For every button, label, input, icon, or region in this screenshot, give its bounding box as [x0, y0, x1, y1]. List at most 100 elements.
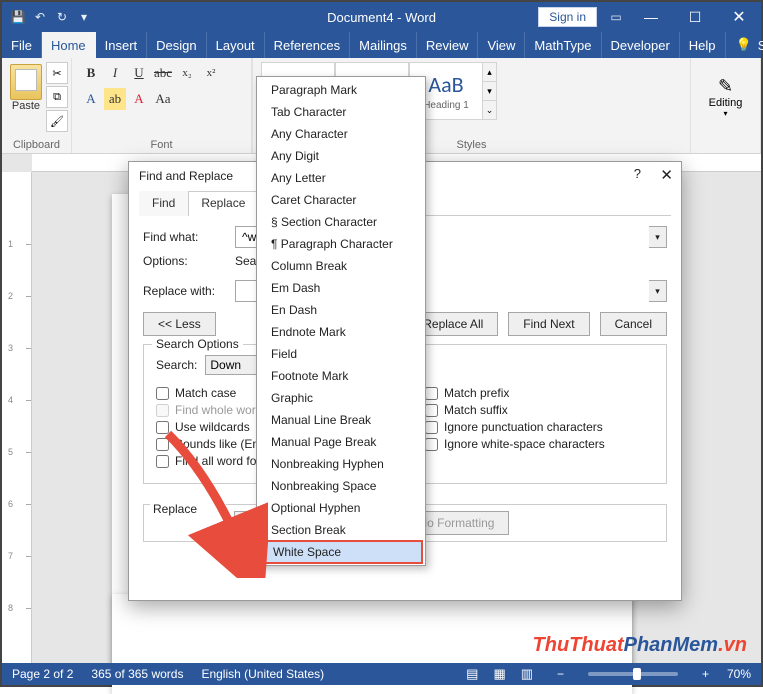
cancel-button[interactable]: Cancel	[600, 312, 667, 336]
tab-design[interactable]: Design	[147, 32, 206, 58]
zoom-in-button[interactable]: +	[702, 667, 709, 681]
titlebar: 💾 ↶ ↻ ▾ Document4 - Word Sign in ▭ — ☐ ✕	[2, 2, 761, 32]
special-menu-item[interactable]: Endnote Mark	[257, 321, 425, 343]
special-menu-item[interactable]: ¶ Paragraph Character	[257, 233, 425, 255]
undo-icon[interactable]: ↶	[32, 9, 48, 25]
dialog-help-icon[interactable]: ?	[634, 166, 641, 181]
find-next-button[interactable]: Find Next	[508, 312, 589, 336]
view-read-icon[interactable]: ▤	[460, 665, 484, 683]
special-menu-item[interactable]: § Section Character	[257, 211, 425, 233]
tab-insert[interactable]: Insert	[96, 32, 148, 58]
special-menu-item[interactable]: Manual Page Break	[257, 431, 425, 453]
status-words[interactable]: 365 of 365 words	[91, 667, 183, 681]
styles-scroll-down[interactable]: ▾	[483, 81, 496, 100]
special-menu-item[interactable]: White Space	[259, 540, 423, 564]
dialog-close-icon[interactable]: ✕	[660, 166, 673, 184]
zoom-out-button[interactable]: −	[557, 667, 564, 681]
special-menu-item[interactable]: Column Break	[257, 255, 425, 277]
dialog-tab-find[interactable]: Find	[139, 191, 188, 216]
group-editing-label	[699, 149, 752, 151]
ribbon-tabs: File Home Insert Design Layout Reference…	[2, 32, 761, 58]
dialog-tab-replace[interactable]: Replace	[188, 191, 258, 216]
ruler-vertical[interactable]: 12345678	[2, 172, 32, 663]
close-button[interactable]: ✕	[717, 2, 761, 32]
underline-button[interactable]: U	[128, 62, 150, 84]
special-menu-item[interactable]: Section Break	[257, 519, 425, 541]
highlight-button[interactable]: ab	[104, 88, 126, 110]
find-what-label: Find what:	[143, 230, 227, 244]
zoom-level[interactable]: 70%	[727, 667, 751, 681]
special-menu-item[interactable]: Any Digit	[257, 145, 425, 167]
special-menu-item[interactable]: En Dash	[257, 299, 425, 321]
less-button[interactable]: << Less	[143, 312, 216, 336]
cut-button[interactable]: ✂	[46, 62, 68, 84]
strike-button[interactable]: abc	[152, 62, 174, 84]
ribbon-display-icon[interactable]: ▭	[603, 2, 629, 32]
tab-developer[interactable]: Developer	[602, 32, 680, 58]
special-menu-item[interactable]: Nonbreaking Space	[257, 475, 425, 497]
maximize-button[interactable]: ☐	[673, 2, 717, 32]
special-menu-item[interactable]: Graphic	[257, 387, 425, 409]
tab-references[interactable]: References	[265, 32, 350, 58]
dialog-title: Find and Replace	[139, 169, 233, 183]
italic-button[interactable]: I	[104, 62, 126, 84]
bold-button[interactable]: B	[80, 62, 102, 84]
find-what-dropdown[interactable]: ▾	[649, 226, 667, 248]
signin-button[interactable]: Sign in	[538, 7, 597, 27]
redo-icon[interactable]: ↻	[54, 9, 70, 25]
font-color-button[interactable]: A	[128, 88, 150, 110]
tab-file[interactable]: File	[2, 32, 42, 58]
qat-more-icon[interactable]: ▾	[76, 9, 92, 25]
replace-with-dropdown[interactable]: ▾	[649, 280, 667, 302]
copy-button[interactable]: ⧉	[46, 86, 68, 108]
group-editing: ✎ Editing ▾	[691, 58, 761, 153]
tab-home[interactable]: Home	[42, 32, 96, 58]
checkbox-option[interactable]: Ignore white-space characters	[425, 437, 654, 451]
superscript-button[interactable]: x²	[200, 62, 222, 84]
editing-button[interactable]: Editing	[709, 97, 743, 109]
special-menu-item[interactable]: Any Character	[257, 123, 425, 145]
replace-section-label: Replace	[150, 502, 226, 516]
status-language[interactable]: English (United States)	[201, 667, 324, 681]
options-label: Options:	[143, 254, 227, 268]
special-menu-item[interactable]: Manual Line Break	[257, 409, 425, 431]
special-menu-item[interactable]: Nonbreaking Hyphen	[257, 453, 425, 475]
special-menu-item[interactable]: Paragraph Mark	[257, 79, 425, 101]
group-clipboard: Paste ✂ ⧉ 🖌 Clipboard	[2, 58, 72, 153]
special-menu-item[interactable]: Footnote Mark	[257, 365, 425, 387]
format-painter-button[interactable]: 🖌	[46, 110, 68, 132]
zoom-slider[interactable]	[588, 672, 678, 676]
tell-me-label[interactable]: Search	[758, 38, 763, 53]
tab-mailings[interactable]: Mailings	[350, 32, 417, 58]
special-menu-item[interactable]: Any Letter	[257, 167, 425, 189]
tab-layout[interactable]: Layout	[207, 32, 265, 58]
group-clipboard-label: Clipboard	[10, 137, 63, 151]
search-icon[interactable]: 💡	[736, 37, 752, 53]
tab-view[interactable]: View	[478, 32, 525, 58]
subscript-button[interactable]: x₂	[176, 62, 198, 84]
text-effects-button[interactable]: A	[80, 88, 102, 110]
tab-mathtype[interactable]: MathType	[525, 32, 601, 58]
save-icon[interactable]: 💾	[10, 9, 26, 25]
special-menu: Paragraph MarkTab CharacterAny Character…	[256, 76, 426, 566]
minimize-button[interactable]: —	[629, 2, 673, 32]
checkbox-option[interactable]: Match suffix	[425, 403, 654, 417]
special-menu-item[interactable]: Field	[257, 343, 425, 365]
special-menu-item[interactable]: Caret Character	[257, 189, 425, 211]
styles-scroll-up[interactable]: ▴	[483, 63, 496, 81]
group-font-label: Font	[80, 137, 243, 151]
paste-button[interactable]: Paste	[10, 62, 42, 112]
view-print-icon[interactable]: ▦	[488, 665, 512, 683]
checkbox-option[interactable]: Ignore punctuation characters	[425, 420, 654, 434]
styles-gallery-expand[interactable]: ⌄	[483, 100, 496, 119]
special-menu-item[interactable]: Em Dash	[257, 277, 425, 299]
change-case-button[interactable]: Aa	[152, 88, 174, 110]
special-menu-item[interactable]: Optional Hyphen	[257, 497, 425, 519]
special-menu-item[interactable]: Tab Character	[257, 101, 425, 123]
replace-with-label: Replace with:	[143, 284, 227, 298]
tab-help[interactable]: Help	[680, 32, 726, 58]
status-page[interactable]: Page 2 of 2	[12, 667, 73, 681]
view-web-icon[interactable]: ▥	[515, 665, 539, 683]
tab-review[interactable]: Review	[417, 32, 479, 58]
checkbox-option[interactable]: Match prefix	[425, 386, 654, 400]
